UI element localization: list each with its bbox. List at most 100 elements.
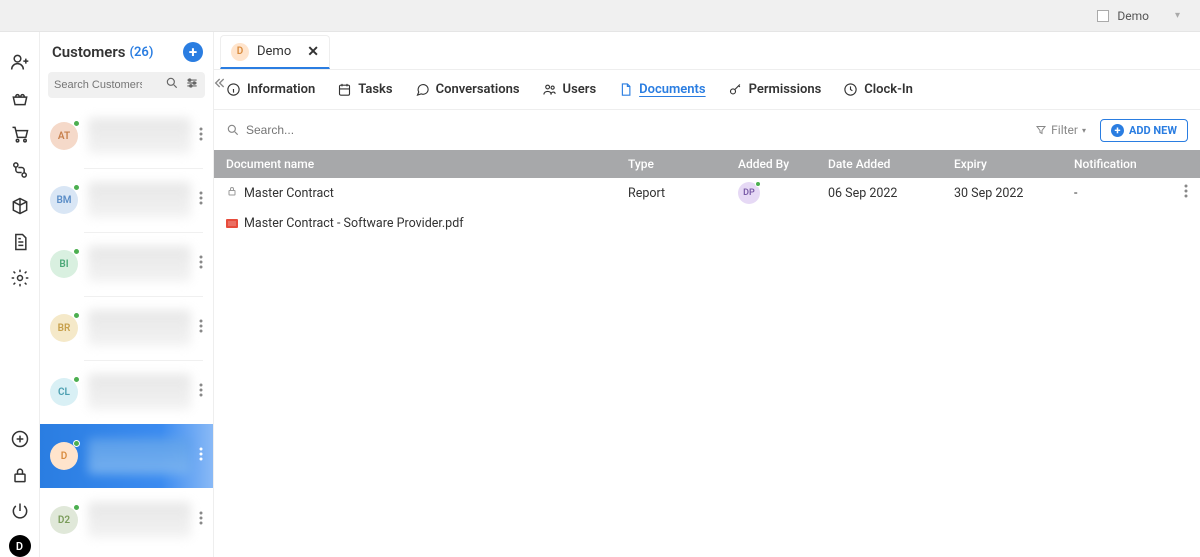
th-type: Type	[628, 157, 738, 171]
search-icon[interactable]	[165, 76, 179, 94]
documents-table-header: Document name Type Added By Date Added E…	[214, 150, 1200, 178]
nav-orders[interactable]	[0, 116, 40, 152]
customer-avatar: CL	[50, 378, 78, 406]
subtab-label: Clock-In	[864, 82, 913, 97]
nav-invite-user[interactable]	[0, 44, 40, 80]
users-icon	[542, 82, 557, 97]
customer-more-icon[interactable]	[195, 123, 207, 149]
customer-more-icon[interactable]	[195, 251, 207, 277]
customer-name-redacted	[88, 118, 191, 154]
nav-profile-avatar[interactable]: D	[9, 535, 31, 557]
subtab-label: Permissions	[749, 82, 822, 97]
subtab-clockin[interactable]: Clock-In	[843, 82, 913, 97]
add-customer-button[interactable]: +	[183, 42, 203, 62]
add-new-button[interactable]: + ADD NEW	[1100, 119, 1188, 142]
calendar-icon	[337, 82, 352, 97]
tab-label: Demo	[257, 44, 291, 59]
customer-list-item[interactable]: CL	[40, 360, 213, 424]
search-icon	[226, 123, 240, 137]
subtab-permissions[interactable]: Permissions	[728, 82, 822, 97]
th-expiry: Expiry	[954, 157, 1074, 171]
customer-avatar: D2	[50, 506, 78, 534]
document-tabbar: D Demo ✕	[214, 32, 1200, 70]
row-more-icon[interactable]	[1184, 184, 1188, 202]
chat-icon	[415, 82, 430, 97]
subtab-label: Documents	[639, 82, 705, 97]
tab-avatar: D	[231, 43, 249, 61]
nav-products[interactable]	[0, 188, 40, 224]
clock-icon	[843, 82, 858, 97]
filter-adjust-icon[interactable]	[185, 76, 199, 94]
customer-more-icon[interactable]	[195, 315, 207, 341]
documents-search[interactable]	[226, 123, 446, 137]
subtab-tasks[interactable]: Tasks	[337, 82, 392, 97]
info-icon	[226, 82, 241, 97]
documents-table-body: Master Contract Report DP 06 Sep 2022 30…	[214, 178, 1200, 557]
plus-icon: +	[1111, 124, 1124, 137]
attachment-filename: Master Contract - Software Provider.pdf	[244, 216, 464, 231]
customer-list-item[interactable]: BI	[40, 232, 213, 296]
documents-search-input[interactable]	[246, 123, 446, 137]
add-new-label: ADD NEW	[1129, 124, 1177, 137]
customer-list-item[interactable]: AT	[40, 104, 213, 168]
document-name: Master Contract	[244, 186, 334, 201]
customer-list-item[interactable]: BM	[40, 168, 213, 232]
customer-name-redacted	[88, 310, 191, 346]
subtab-label: Information	[247, 82, 315, 97]
documents-toolbar: Filter ▾ + ADD NEW	[214, 110, 1200, 150]
customer-avatar: BR	[50, 314, 78, 342]
nav-workflows[interactable]	[0, 152, 40, 188]
th-addedby: Added By	[738, 157, 828, 171]
customer-name-redacted	[88, 374, 191, 410]
customer-list-item[interactable]: D	[40, 424, 213, 488]
account-switcher[interactable]: Demo ▾	[1089, 5, 1188, 27]
document-row[interactable]: Master Contract Report DP 06 Sep 2022 30…	[214, 178, 1200, 208]
customer-list-title: Customers	[52, 43, 125, 61]
content-area: D Demo ✕ Information Tasks Conversations Us…	[214, 32, 1200, 557]
nav-customers[interactable]	[0, 80, 40, 116]
nav-settings[interactable]	[0, 260, 40, 296]
customer-search-input[interactable]	[54, 79, 142, 91]
customer-list-item[interactable]: BR	[40, 296, 213, 360]
customer-tab-demo[interactable]: D Demo ✕	[220, 35, 330, 69]
customer-more-icon[interactable]	[195, 379, 207, 405]
added-by-avatar: DP	[738, 182, 760, 204]
document-date-added: 06 Sep 2022	[828, 186, 954, 201]
nav-add[interactable]	[0, 421, 40, 457]
customer-subtabs: Information Tasks Conversations Users Docume…	[214, 70, 1200, 110]
subtab-conversations[interactable]: Conversations	[415, 82, 520, 97]
filter-button[interactable]: Filter ▾	[1035, 123, 1086, 137]
lock-icon	[226, 185, 238, 201]
chevron-down-icon: ▾	[1082, 126, 1086, 135]
key-icon	[728, 82, 743, 97]
customer-name-redacted	[88, 246, 191, 282]
th-notification: Notification	[1074, 157, 1174, 171]
document-attachment-row[interactable]: Master Contract - Software Provider.pdf	[214, 208, 1200, 238]
customer-list-item[interactable]: D2	[40, 488, 213, 552]
customer-name-redacted	[88, 502, 191, 538]
nav-power[interactable]	[0, 493, 40, 529]
subtab-documents[interactable]: Documents	[618, 82, 705, 97]
customer-more-icon[interactable]	[195, 187, 207, 213]
close-tab-icon[interactable]: ✕	[307, 44, 319, 60]
th-date: Date Added	[828, 157, 954, 171]
customer-search[interactable]	[48, 72, 205, 98]
subtab-information[interactable]: Information	[226, 82, 315, 97]
chevron-down-icon: ▾	[1175, 10, 1180, 21]
customer-more-icon[interactable]	[195, 443, 207, 469]
document-expiry: 30 Sep 2022	[954, 186, 1074, 201]
filter-label: Filter	[1051, 123, 1078, 137]
customer-avatar: AT	[50, 122, 78, 150]
topbar: Demo ▾	[0, 0, 1200, 32]
subtab-users[interactable]: Users	[542, 82, 597, 97]
file-icon	[618, 82, 633, 97]
funnel-icon	[1035, 124, 1047, 136]
customer-name-redacted	[88, 438, 191, 474]
subtab-label: Users	[563, 82, 597, 97]
collapse-panel-icon[interactable]	[211, 75, 227, 95]
customer-more-icon[interactable]	[195, 507, 207, 533]
document-notification: -	[1074, 186, 1174, 201]
nav-lock[interactable]	[0, 457, 40, 493]
customer-name-redacted	[88, 182, 191, 218]
nav-documents[interactable]	[0, 224, 40, 260]
